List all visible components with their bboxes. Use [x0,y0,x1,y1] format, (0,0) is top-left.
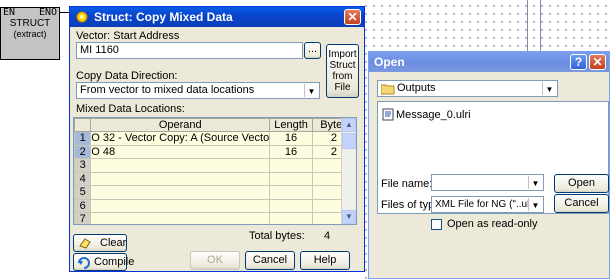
clear-label: Clear [100,237,127,249]
struct-close-button[interactable]: ✕ [344,9,361,25]
scroll-down-icon[interactable]: ▼ [342,210,356,224]
help-button[interactable]: Help [300,251,350,270]
filetype-select-value: XML File for NG ("..ulri) [435,199,539,210]
file-icon [382,108,394,121]
table-row[interactable]: 6 [74,198,356,213]
filename-label: File name: [381,178,433,190]
open-dialog-titlebar[interactable]: Open ? ✕ [369,52,609,72]
readonly-checkbox[interactable] [431,219,442,230]
table-row[interactable]: 1 O 32 - Vector Copy: A (Source Vecto 16… [74,131,356,146]
open-button[interactable]: Open [554,174,609,193]
length-cell[interactable] [269,212,313,224]
length-cell[interactable]: 16 [269,144,313,159]
grid-scrollbar[interactable]: ▲ ▼ [341,118,356,224]
struct-dialog: Struct: Copy Mixed Data ✕ Vector: Start … [69,6,365,272]
operand-cell[interactable] [90,185,271,200]
struct-app-icon [76,11,88,23]
table-row[interactable]: 3 [74,158,356,173]
scroll-up-icon[interactable]: ▲ [342,118,356,132]
folder-icon [381,84,395,95]
length-cell[interactable] [269,171,313,186]
row-number: 2 [74,144,92,159]
readonly-label: Open as read-only [447,218,538,230]
grid-header-operand[interactable]: Operand [90,118,271,132]
operand-cell[interactable] [90,158,271,173]
browse-button[interactable]: ... [304,42,321,59]
table-row[interactable]: 5 [74,185,356,200]
file-name-text: Message_0.ulri [396,108,471,121]
list-item[interactable]: Message_0.ulri [382,108,471,121]
connection-wire [59,12,69,13]
direction-select[interactable]: From vector to mixed data locations ▼ [76,82,320,99]
vector-label: Vector: Start Address [76,30,180,42]
row-number: 4 [74,171,92,186]
folder-select-value: Outputs [397,82,436,94]
struct-function-block[interactable]: EN ENO STRUCT (extract) [0,7,60,60]
chevron-down-icon[interactable]: ▼ [528,198,542,211]
struct-dialog-title: Struct: Copy Mixed Data [94,10,233,24]
row-number: 1 [74,131,92,146]
total-bytes-label: Total bytes: [249,230,305,242]
block-title: STRUCT [9,18,51,29]
length-cell[interactable]: 16 [269,131,313,146]
block-out-pin: ENO [38,7,57,18]
table-row[interactable]: 4 [74,171,356,186]
vector-start-address-input[interactable]: MI 1160 [76,42,303,59]
length-cell[interactable] [269,185,313,200]
operand-cell[interactable]: O 48 [90,144,271,159]
eraser-icon [79,238,91,249]
ok-button[interactable]: OK [190,251,240,270]
cancel-button[interactable]: Cancel [245,251,295,270]
direction-label: Copy Data Direction: [76,70,178,82]
help-icon[interactable]: ? [570,54,587,70]
direction-select-value: From vector to mixed data locations [80,84,255,96]
filename-input[interactable]: ▼ [431,174,544,191]
row-number: 5 [74,185,92,200]
operand-cell[interactable] [90,198,271,213]
row-number: 7 [74,212,92,224]
chevron-down-icon[interactable]: ▼ [542,82,556,95]
open-cancel-button[interactable]: Cancel [554,194,609,213]
open-dialog-title: Open [374,55,405,69]
chevron-down-icon[interactable]: ▼ [304,84,318,97]
scroll-thumb[interactable] [342,133,356,149]
row-number: 3 [74,158,92,173]
filetype-select[interactable]: XML File for NG ("..ulri) ▼ [431,196,544,213]
chevron-down-icon[interactable]: ▼ [528,176,542,189]
operand-cell[interactable] [90,171,271,186]
operand-cell[interactable]: O 32 - Vector Copy: A (Source Vecto [90,131,271,146]
length-cell[interactable] [269,198,313,213]
total-bytes-value: 4 [324,230,331,242]
table-row[interactable]: 7 [74,212,356,224]
open-dialog: Open ? ✕ Outputs ▼ Message_0.ulri File n… [368,51,610,279]
folder-select[interactable]: Outputs ▼ [377,80,558,97]
close-icon[interactable]: ✕ [589,54,606,70]
compile-button[interactable]: Compile [73,253,134,271]
struct-dialog-titlebar[interactable]: Struct: Copy Mixed Data ✕ [70,7,364,27]
row-number: 6 [74,198,92,213]
operand-cell[interactable] [90,212,271,224]
locations-label: Mixed Data Locations: [76,103,185,115]
length-cell[interactable] [269,158,313,173]
import-struct-button[interactable]: Import Struct from File [326,44,359,98]
block-subtitle: (extract) [13,29,47,39]
grid-header-rownum [74,118,92,132]
clear-button[interactable]: Clear [73,234,127,252]
grid-header-length[interactable]: Length [269,118,313,132]
compile-icon [78,257,90,269]
mixed-data-grid: Operand Length Bytes 1 O 32 - Vector Cop… [73,117,357,225]
table-row[interactable]: 2 O 48 16 2 [74,144,356,159]
block-in-pin: EN [3,7,16,18]
compile-label: Compile [94,256,135,268]
